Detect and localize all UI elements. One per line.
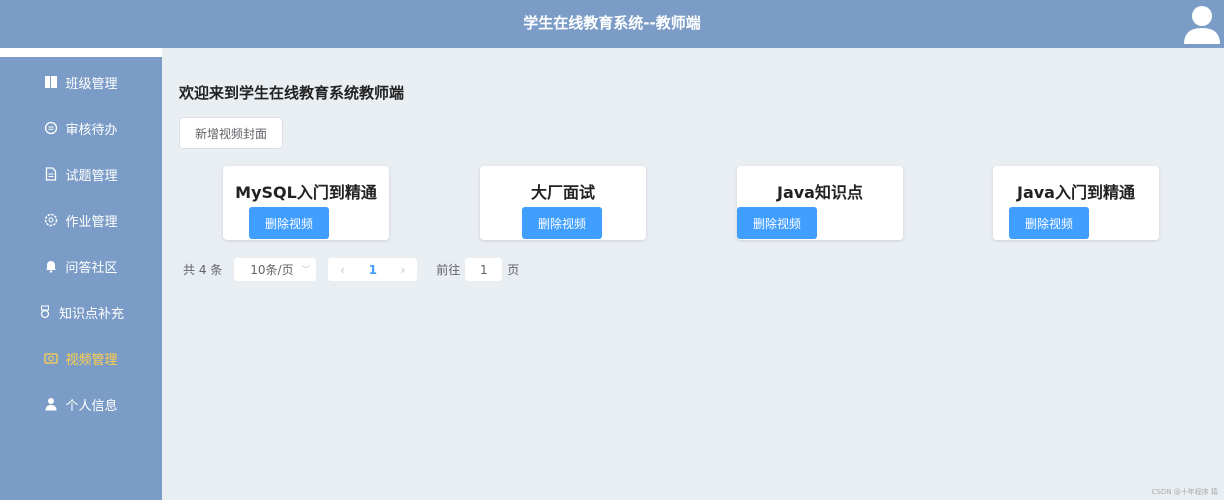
prev-page-button[interactable]: ‹ [340,263,345,277]
sidebar-item-video[interactable]: 视频管理 [0,343,162,373]
add-video-cover-button[interactable]: 新增视频封面 [179,117,283,149]
page-title: 欢迎来到学生在线教育系统教师端 [179,84,405,102]
page-size-value: 10条/页 [250,263,294,277]
page-size-select[interactable]: 10条/页 ﹀ [234,258,317,281]
book-icon [45,76,58,88]
delete-video-button[interactable]: 删除视频 [737,207,817,239]
main-content: 欢迎来到学生在线教育系统教师端 新增视频封面 MySQL入门到精通删除视频 大厂… [162,48,1224,500]
document-icon [46,167,57,181]
sidebar-item-profile[interactable]: 个人信息 [0,389,162,419]
app-header: 学生在线教育系统--教师端 [0,0,1224,48]
video-card: Java知识点删除视频 [737,166,903,240]
sidebar-item-label: 问答社区 [65,260,118,276]
chevron-down-icon: ﹀ [301,266,311,276]
video-card: 大厂面试 删除视频 [480,166,646,240]
sidebar-item-label: 知识点补充 [58,306,124,322]
sidebar-item-knowledge[interactable]: 知识点补充 [0,297,162,327]
current-page[interactable]: 1 [369,263,377,277]
user-icon [45,398,57,411]
sidebar-item-label: 个人信息 [65,398,118,414]
sidebar-item-review[interactable]: 审核待办 [0,113,162,143]
page-suffix: 页 [507,263,520,277]
video-card: Java入门到精通删除视频 [993,166,1159,240]
delete-video-button[interactable]: 删除视频 [522,207,602,239]
watermark: CSDN @十年程序 猿 [1151,488,1218,496]
next-page-button[interactable]: › [401,263,406,277]
medal-icon [40,305,50,319]
sidebar-item-label: 班级管理 [65,76,118,92]
user-avatar-icon[interactable] [1184,4,1220,44]
video-title: MySQL入门到精通 [235,183,377,202]
delete-video-button[interactable]: 删除视频 [1009,207,1089,239]
bell-icon [46,261,57,273]
app-title: 学生在线教育系统--教师端 [523,14,701,32]
sidebar-item-label: 视频管理 [65,352,118,368]
total-count: 共 4 条 [183,263,223,277]
video-title: 大厂面试 [530,183,595,202]
sidebar-item-label: 试题管理 [65,168,118,184]
sidebar-item-label: 审核待办 [65,122,118,138]
sidebar-item-questions[interactable]: 试题管理 [0,159,162,189]
goto-page-input[interactable]: 1 [465,258,503,281]
chat-icon [45,121,58,135]
sidebar-item-class[interactable]: 班级管理 [0,67,162,97]
gear-icon [45,213,58,227]
camera-icon [44,353,59,364]
video-card: MySQL入门到精通删除视频 [223,166,389,240]
sidebar-gap [0,48,162,57]
sidebar-item-homework[interactable]: 作业管理 [0,205,162,235]
pagination: 共 4 条 10条/页 ﹀ ‹ 1 › 前往 1 页 [183,258,519,281]
goto-label: 前往 [436,263,461,277]
video-title: Java入门到精通 [1017,183,1135,202]
delete-video-button[interactable]: 删除视频 [249,207,329,239]
sidebar-item-qa[interactable]: 问答社区 [0,251,162,281]
pager: ‹ 1 › [328,258,418,281]
video-title: Java知识点 [777,183,863,202]
sidebar: 班级管理 审核待办 试题管理 作业管理 问答社区 知识点补充 视频管理 个人信息 [0,57,162,500]
sidebar-item-label: 作业管理 [65,214,118,230]
